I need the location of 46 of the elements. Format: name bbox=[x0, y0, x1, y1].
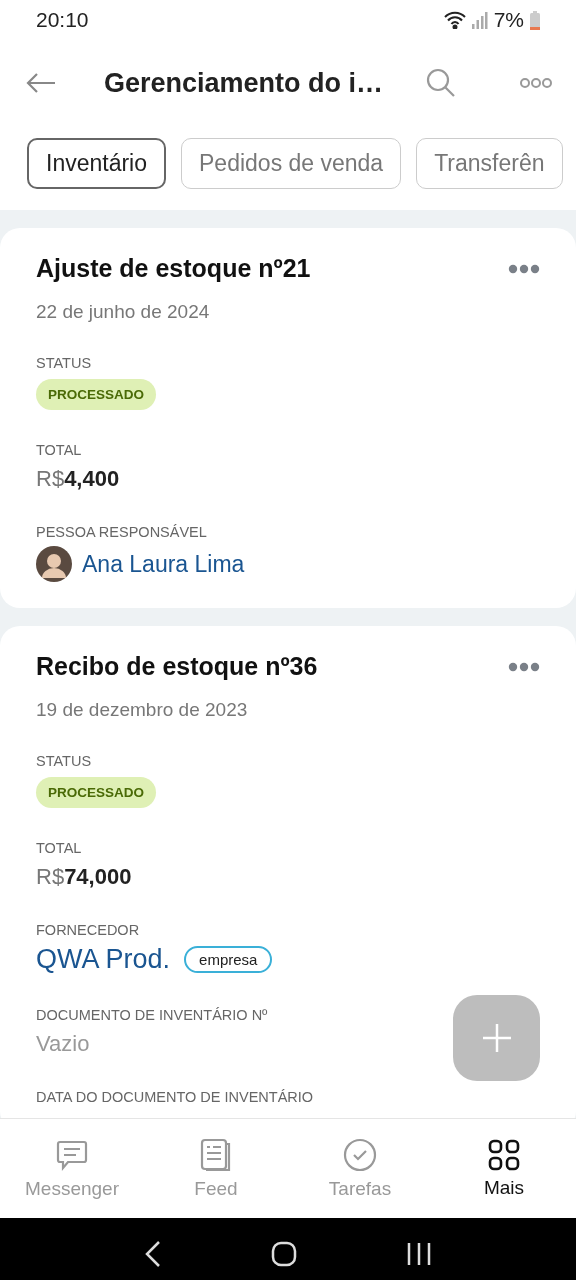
status-badge: PROCESSADO bbox=[36, 379, 157, 410]
company-tag: empresa bbox=[184, 946, 273, 973]
signal-icon bbox=[471, 11, 488, 29]
person-link[interactable]: Ana Laura Lima bbox=[82, 550, 245, 578]
filter-tab[interactable]: Transferên bbox=[416, 138, 563, 189]
wifi-icon bbox=[443, 11, 466, 29]
more-icon[interactable] bbox=[520, 77, 552, 89]
battery-level: 7% bbox=[493, 8, 524, 32]
field-label: PESSOA RESPONSÁVEL bbox=[36, 524, 208, 540]
battery-icon bbox=[530, 10, 540, 30]
input-field[interactable]: Vazio bbox=[36, 1031, 176, 1057]
clock: 20:10 bbox=[36, 8, 89, 32]
field-label: FORNECEDOR bbox=[36, 922, 141, 938]
page-title: Gerenciamento do i… bbox=[103, 67, 385, 99]
field-label: DATA DO DOCUMENTO DE INVENTÁRIO bbox=[36, 1089, 315, 1105]
field-label: TOTAL bbox=[36, 840, 83, 856]
nav-tab[interactable]: Messenger bbox=[0, 1119, 144, 1218]
home-icon[interactable] bbox=[271, 1241, 297, 1267]
filter-tab[interactable]: Inventário bbox=[27, 138, 166, 189]
recents-icon[interactable] bbox=[407, 1242, 431, 1266]
card-date: 22 de junho de 2024 bbox=[36, 301, 211, 323]
back-icon[interactable] bbox=[145, 1240, 161, 1268]
plus-icon bbox=[481, 1023, 512, 1053]
total-amount: R$74,000 bbox=[36, 864, 133, 890]
search-icon[interactable] bbox=[426, 68, 456, 98]
field-label: TOTAL bbox=[36, 442, 83, 458]
document-icon bbox=[199, 1137, 233, 1172]
grid-icon bbox=[488, 1138, 520, 1171]
avatar-icon bbox=[36, 546, 72, 582]
more-icon[interactable] bbox=[508, 661, 540, 672]
filter-tab[interactable]: Pedidos de venda bbox=[181, 138, 402, 189]
field-label: DOCUMENTO DE INVENTÁRIO Nº bbox=[36, 1007, 269, 1023]
more-icon[interactable] bbox=[508, 263, 540, 274]
total-amount: R$4,400 bbox=[36, 466, 121, 492]
card-date: 19 de dezembro de 2023 bbox=[36, 699, 249, 721]
field-label: STATUS bbox=[36, 753, 93, 769]
check-circle-icon bbox=[343, 1137, 377, 1172]
field-label: STATUS bbox=[36, 355, 93, 371]
nav-tab[interactable]: Tarefas bbox=[288, 1119, 432, 1218]
card-title: Recibo de estoque nº36 bbox=[36, 652, 318, 681]
back-arrow-icon[interactable] bbox=[26, 72, 56, 94]
nav-tab[interactable]: Mais bbox=[432, 1119, 576, 1218]
supplier-link[interactable]: QWA Prod. bbox=[36, 944, 171, 975]
status-badge: PROCESSADO bbox=[36, 777, 157, 808]
nav-tab[interactable]: Feed bbox=[144, 1119, 288, 1218]
card-title: Ajuste de estoque nº21 bbox=[36, 254, 311, 283]
